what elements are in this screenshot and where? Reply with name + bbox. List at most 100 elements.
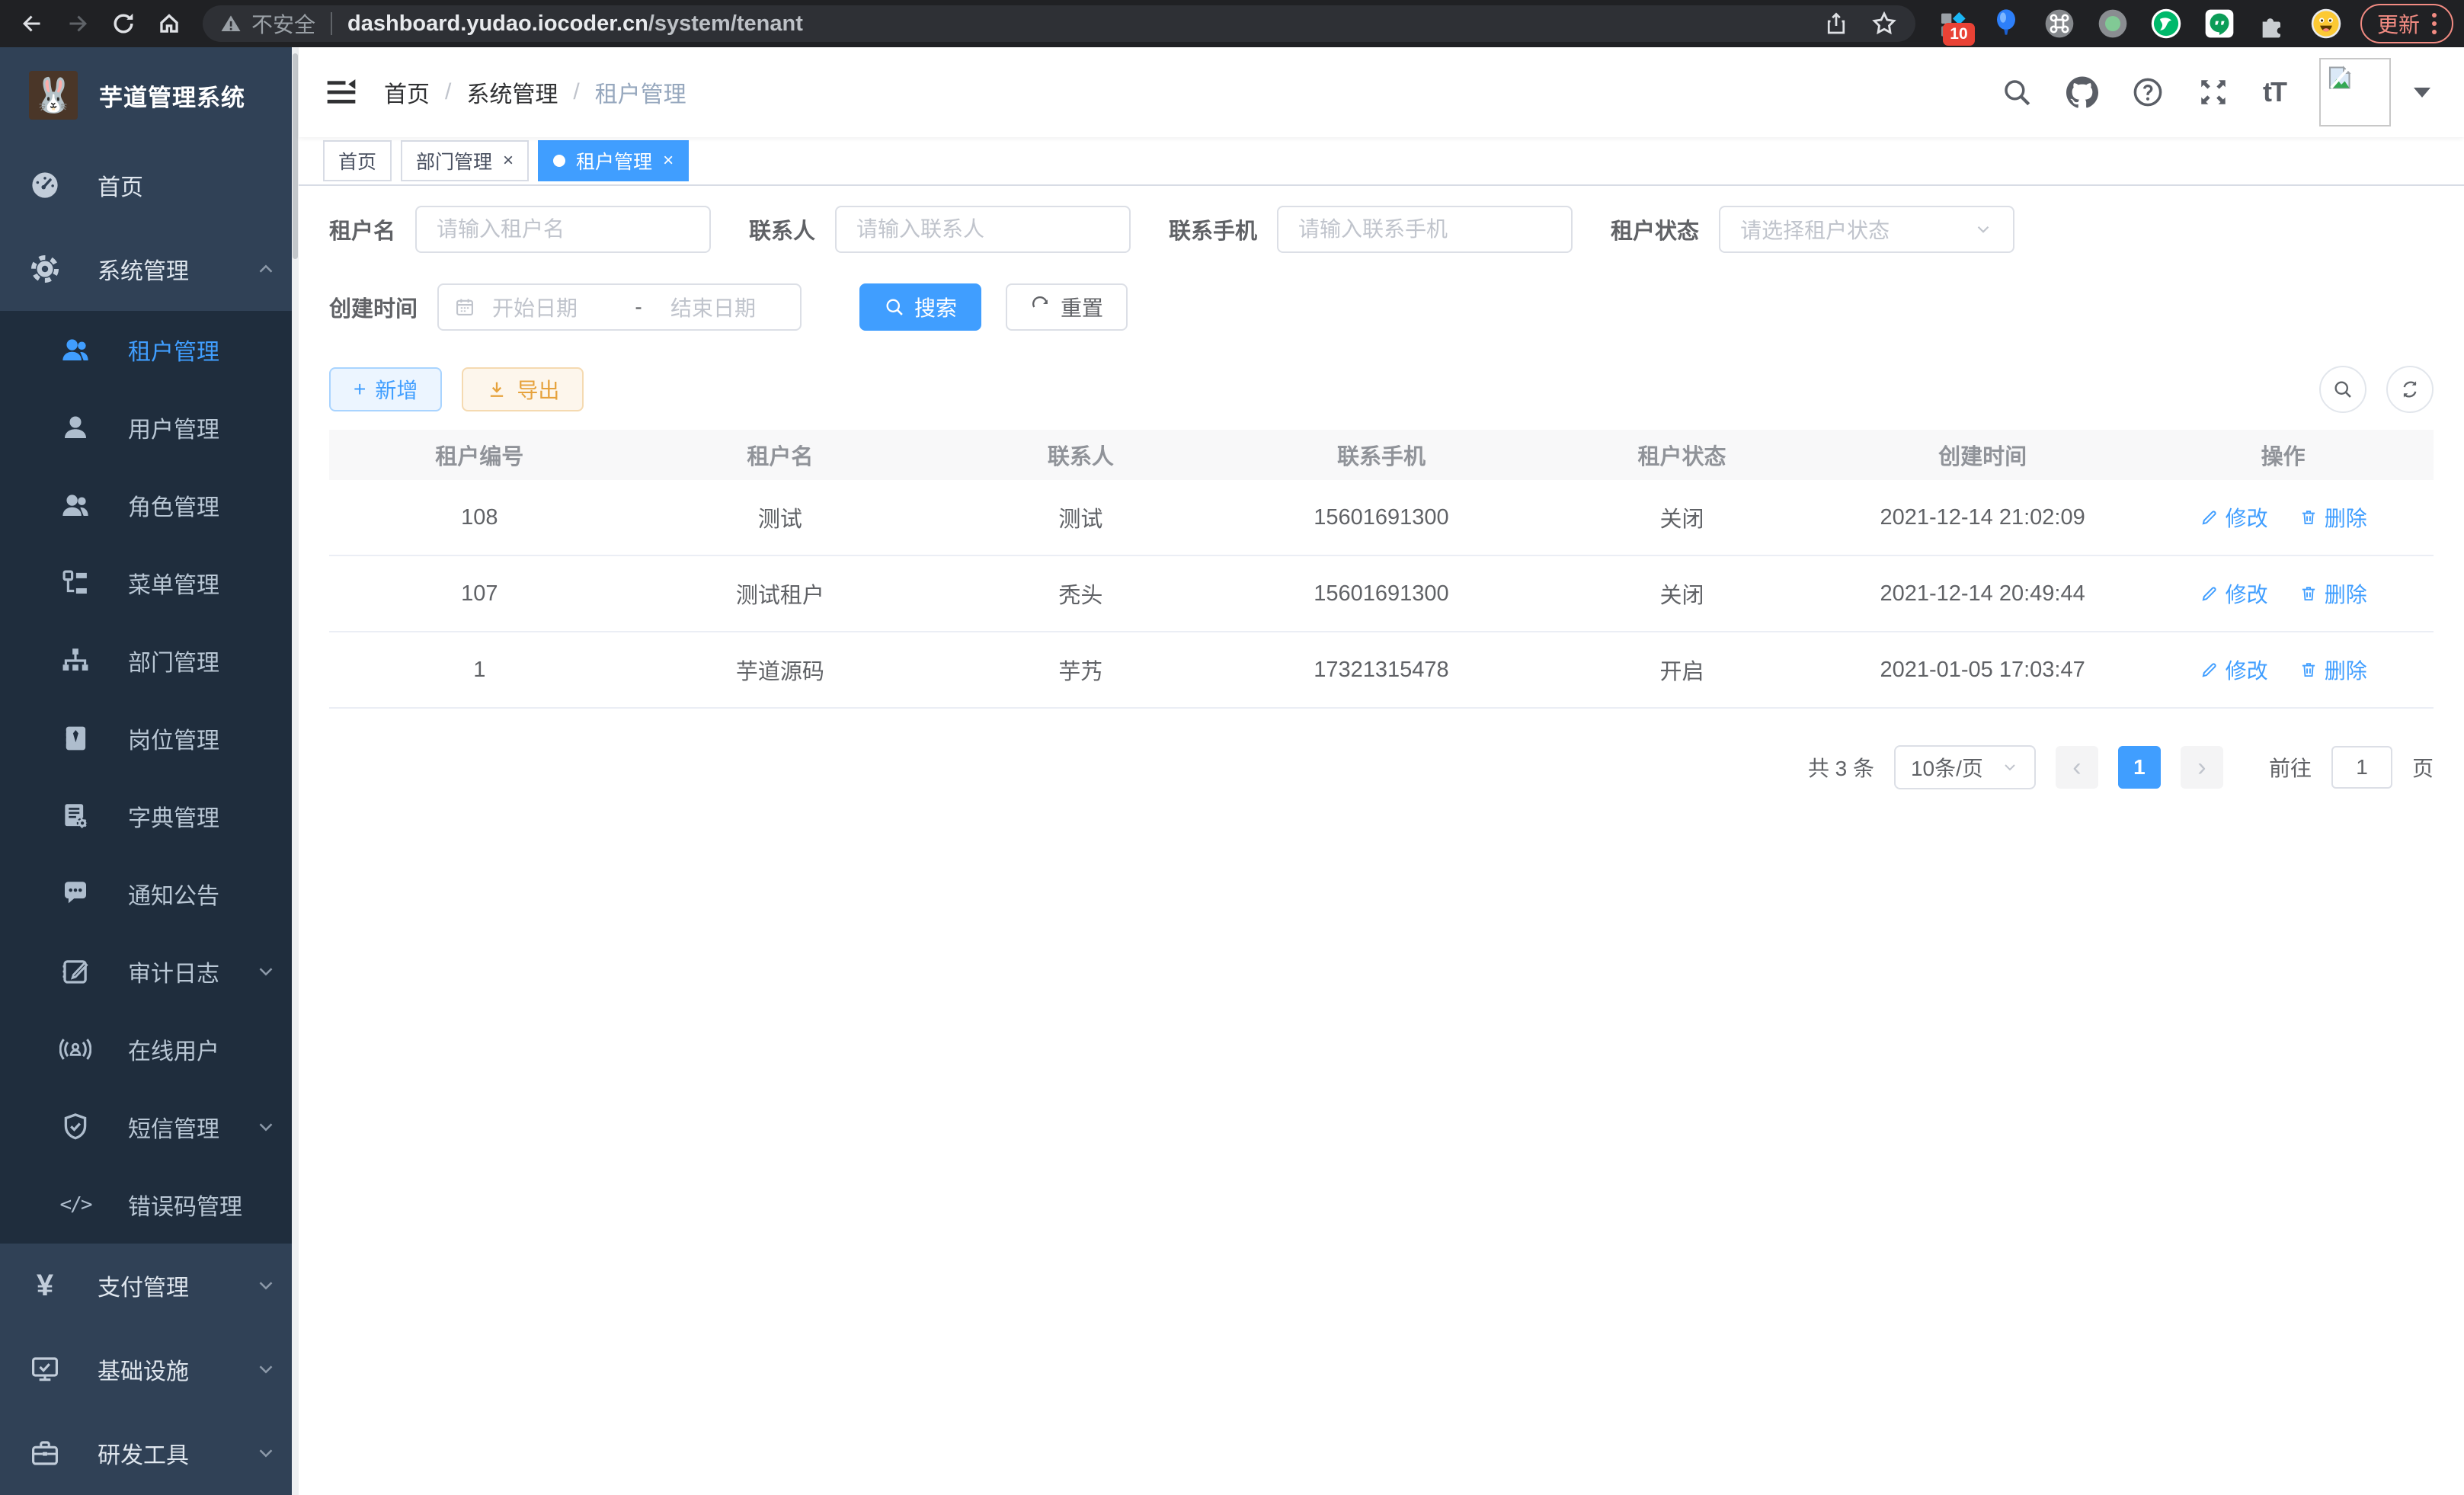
active-tab-dot (553, 155, 565, 167)
security-chip[interactable]: 不安全 (219, 8, 315, 39)
create-time-label: 创建时间 (329, 291, 418, 323)
warning-icon (219, 12, 242, 35)
bookmark-star-icon[interactable] (1870, 9, 1899, 38)
tenant-name-input[interactable] (415, 206, 711, 253)
sidebar-scrollbar[interactable] (292, 47, 299, 1495)
browser-menu-icon[interactable] (2432, 13, 2437, 34)
search-button[interactable]: 搜索 (859, 283, 981, 331)
edit-link[interactable]: 修改 (2200, 655, 2268, 685)
reload-button[interactable] (102, 2, 145, 45)
avatar[interactable] (2319, 58, 2391, 126)
sidebar-item-error-code[interactable]: </> 错误码管理 (0, 1166, 299, 1244)
header-search-icon[interactable] (2001, 76, 2033, 108)
extension-command-icon[interactable] (2042, 6, 2077, 41)
topbar: 首页 / 系统管理 / 租户管理 (299, 47, 2464, 137)
status-cell: 开启 (1531, 632, 1832, 708)
page-content: 租户名 联系人 联系手机 租户状态 请选择租户状态 (299, 186, 2464, 1495)
dictionary-icon (59, 800, 91, 832)
edit-link[interactable]: 修改 (2200, 578, 2268, 609)
sidebar-item-home[interactable]: 首页 (0, 143, 299, 227)
contact-input[interactable] (835, 206, 1131, 253)
sidebar-item-devtools[interactable]: 研发工具 (0, 1411, 299, 1495)
tab-home[interactable]: 首页 (323, 140, 392, 181)
sidebar-item-sms[interactable]: 短信管理 (0, 1088, 299, 1166)
extension-yuque-icon[interactable] (2149, 6, 2184, 41)
sidebar-item-online-users[interactable]: 在线用户 (0, 1010, 299, 1088)
extension-tiles-icon[interactable]: 10 (1935, 6, 1970, 41)
sidebar-item-dict[interactable]: 字典管理 (0, 777, 299, 855)
github-icon[interactable] (2066, 76, 2098, 108)
extension-recorder-icon[interactable] (2095, 6, 2130, 41)
security-label: 不安全 (251, 8, 315, 39)
page-size-select[interactable]: 10条/页 (1894, 745, 2036, 789)
chevron-down-icon (254, 1274, 277, 1297)
sidebar-item-label: 角色管理 (128, 488, 219, 522)
chevron-down-icon (2001, 758, 2019, 776)
breadcrumb-system[interactable]: 系统管理 (466, 75, 558, 109)
delete-link[interactable]: 删除 (2299, 655, 2367, 685)
date-range-picker[interactable]: 开始日期 - 结束日期 (437, 283, 802, 331)
status-select[interactable]: 请选择租户状态 (1719, 206, 2014, 253)
app-title: 芋道管理系统 (99, 78, 245, 113)
extension-badge: 10 (1943, 23, 1975, 46)
home-button[interactable] (148, 2, 190, 45)
sidebar-item-label: 菜单管理 (128, 566, 219, 600)
extension-balloon-icon[interactable] (1989, 6, 2024, 41)
tab-tenant[interactable]: 租户管理 × (538, 140, 689, 181)
menu-tree-icon (59, 567, 91, 599)
sidebar-item-system[interactable]: 系统管理 (0, 227, 299, 311)
prev-page-button[interactable]: ‹ (2056, 746, 2098, 789)
sidebar-item-label: 岗位管理 (128, 722, 219, 755)
share-icon[interactable] (1822, 10, 1850, 37)
reset-button[interactable]: 重置 (1006, 283, 1128, 331)
delete-link[interactable]: 删除 (2299, 578, 2367, 609)
forward-button[interactable] (56, 2, 99, 45)
sidebar-item-user[interactable]: 用户管理 (0, 389, 299, 466)
tenant-users-icon (59, 334, 91, 366)
fullscreen-icon[interactable] (2197, 76, 2229, 108)
font-size-icon[interactable]: tT (2263, 76, 2286, 108)
help-icon[interactable] (2132, 76, 2164, 108)
sidebar-item-infra[interactable]: 基础设施 (0, 1327, 299, 1411)
export-button[interactable]: 导出 (462, 367, 584, 411)
extension-puzzle-icon[interactable] (2255, 6, 2290, 41)
tenant-table: 租户编号 租户名 联系人 联系手机 租户状态 创建时间 操作 108 测试 (329, 430, 2434, 709)
extension-chat-icon[interactable] (2202, 6, 2237, 41)
sidebar-logo[interactable]: 🐰 芋道管理系统 (0, 47, 299, 143)
sidebar-item-audit-log[interactable]: 审计日志 (0, 933, 299, 1010)
sidebar-item-role[interactable]: 角色管理 (0, 466, 299, 544)
jump-page-input[interactable] (2331, 746, 2392, 789)
phone-input[interactable] (1277, 206, 1573, 253)
sidebar-collapse-icon[interactable] (325, 75, 358, 109)
sidebar-item-notice[interactable]: 通知公告 (0, 855, 299, 933)
sidebar-item-pay[interactable]: ¥ 支付管理 (0, 1244, 299, 1327)
sidebar-item-tenant[interactable]: 租户管理 (0, 311, 299, 389)
tab-close-icon[interactable]: × (503, 152, 514, 170)
dashboard-icon (29, 169, 61, 201)
tab-dept[interactable]: 部门管理 × (401, 140, 529, 181)
next-page-button[interactable]: › (2181, 746, 2223, 789)
toggle-search-button[interactable] (2319, 366, 2366, 413)
edit-link[interactable]: 修改 (2200, 502, 2268, 533)
user-icon (59, 411, 91, 443)
back-button[interactable] (11, 2, 53, 45)
breadcrumb: 首页 / 系统管理 / 租户管理 (384, 75, 686, 109)
sidebar-item-dept[interactable]: 部门管理 (0, 622, 299, 699)
chevron-down-icon (254, 1358, 277, 1381)
browser-update-button[interactable]: 更新 (2360, 4, 2453, 43)
refresh-table-button[interactable] (2386, 366, 2434, 413)
delete-link[interactable]: 删除 (2299, 502, 2367, 533)
sidebar-item-label: 在线用户 (128, 1032, 219, 1066)
add-button[interactable]: + 新增 (329, 367, 442, 411)
edit-icon (2200, 507, 2219, 527)
current-page-button[interactable]: 1 (2118, 746, 2161, 789)
sidebar-item-label: 审计日志 (128, 955, 219, 988)
breadcrumb-home[interactable]: 首页 (384, 75, 430, 109)
extension-emoji-icon[interactable] (2309, 6, 2344, 41)
tab-close-icon[interactable]: × (663, 152, 674, 170)
sidebar-item-menu[interactable]: 菜单管理 (0, 544, 299, 622)
avatar-caret-icon[interactable] (2414, 88, 2430, 98)
filter-row-1: 租户名 联系人 联系手机 租户状态 请选择租户状态 (329, 206, 2434, 253)
address-bar[interactable]: 不安全 dashboard.yudao.iocoder.cn/system/te… (203, 5, 1915, 42)
sidebar-item-post[interactable]: 岗位管理 (0, 699, 299, 777)
